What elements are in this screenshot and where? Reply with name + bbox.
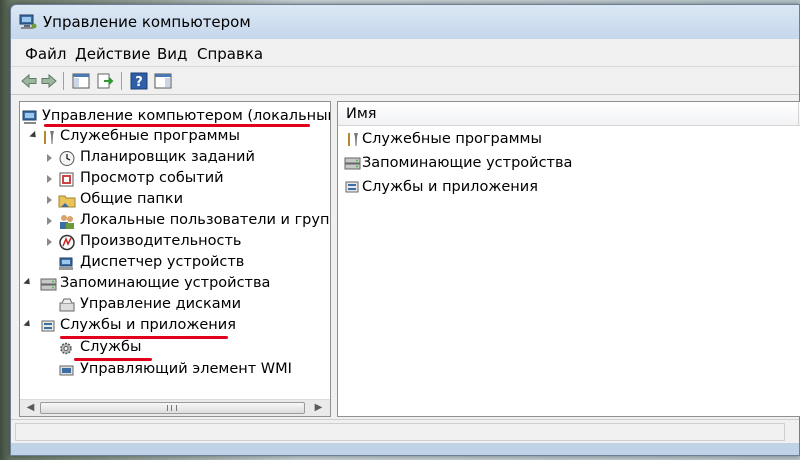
tree-label-device-manager: Диспетчер устройств (80, 254, 245, 270)
tree-label-shared-folders: Общие папки (80, 191, 183, 207)
export-list-icon[interactable] (95, 71, 115, 91)
list-item-label: Службы и приложения (362, 179, 538, 195)
shared-folder-icon (58, 195, 76, 208)
tree-label-local-users: Локальные пользователи и группы (80, 212, 331, 228)
help-icon[interactable]: ? (129, 71, 149, 91)
expander-open-icon[interactable] (23, 319, 33, 330)
scroll-thumb[interactable] (40, 402, 305, 414)
tree-label-disk-management: Управление дисками (80, 296, 242, 312)
tree-item-performance[interactable]: Производительность (20, 232, 330, 253)
event-log-icon (59, 172, 74, 187)
menu-action[interactable]: Действие (75, 45, 151, 63)
menu-view[interactable]: Вид (157, 45, 187, 63)
status-bar (11, 419, 799, 443)
tree-item-system-tools[interactable]: Служебные программы (20, 127, 330, 148)
menu-bar: Файл Действие Вид Справка (11, 39, 799, 67)
tree-item-storage[interactable]: Запоминающие устройства (20, 274, 330, 295)
results-list[interactable]: Имя Служебные программы Запоминающие уст… (337, 101, 800, 417)
computer-management-icon (19, 14, 37, 29)
title-bar[interactable]: Управление компьютером (11, 5, 799, 39)
list-item-services-apps[interactable]: Службы и приложения (344, 177, 794, 199)
column-separator[interactable] (798, 102, 799, 126)
disk-management-icon (59, 298, 75, 312)
tree-item-services-apps[interactable]: Службы и приложения (20, 316, 330, 337)
toolbar-separator (121, 72, 122, 90)
column-header-label: Имя (346, 106, 377, 122)
window-title: Управление компьютером (43, 13, 251, 31)
tools-icon (348, 133, 358, 146)
services-apps-icon (41, 320, 55, 332)
tree-horizontal-scrollbar[interactable]: ◀ ▶ (20, 399, 330, 416)
storage-icon (344, 157, 361, 170)
tree-label-wmi: Управляющий элемент WMI (80, 361, 292, 377)
tree-item-event-viewer[interactable]: Просмотр событий (20, 169, 330, 190)
users-icon (60, 215, 74, 229)
toolbar: ? (11, 67, 799, 95)
expander-closed-icon[interactable] (47, 217, 52, 225)
tree-label-event-viewer: Просмотр событий (80, 170, 224, 186)
back-arrow-icon[interactable] (19, 71, 39, 91)
tree-item-device-manager[interactable]: Диспетчер устройств (20, 253, 330, 274)
storage-icon (40, 278, 57, 291)
expander-closed-icon[interactable] (47, 238, 52, 246)
tree-label-task-scheduler: Планировщик заданий (80, 149, 255, 165)
scroll-left-icon[interactable]: ◀ (22, 400, 39, 416)
tree-item-task-scheduler[interactable]: Планировщик заданий (20, 148, 330, 169)
toolbar-separator (63, 72, 64, 90)
tree-label-performance: Производительность (80, 233, 242, 249)
scroll-grip-icon (167, 405, 177, 411)
forward-arrow-icon[interactable] (39, 71, 59, 91)
device-manager-icon (59, 257, 73, 270)
tools-icon (44, 131, 54, 144)
wmi-control-icon (59, 365, 74, 376)
column-header-name[interactable]: Имя (338, 102, 800, 126)
list-item-system-tools[interactable]: Служебные программы (344, 129, 794, 151)
expander-open-icon[interactable] (23, 277, 33, 288)
main-content: Управление компьютером (локальным) Служе… (11, 95, 800, 419)
tree-label-services-apps: Службы и приложения (60, 317, 236, 333)
expander-closed-icon[interactable] (47, 154, 52, 162)
tree-item-disk-management[interactable]: Управление дисками (20, 295, 330, 316)
scroll-right-icon[interactable]: ▶ (310, 400, 327, 416)
status-cell (15, 423, 785, 441)
expander-closed-icon[interactable] (47, 196, 52, 204)
expander-closed-icon[interactable] (47, 175, 52, 183)
show-hide-console-tree-icon[interactable] (71, 71, 91, 91)
tree-item-local-users[interactable]: Локальные пользователи и группы (20, 211, 330, 232)
tree-label-storage: Запоминающие устройства (60, 275, 271, 291)
performance-icon (59, 234, 75, 251)
clock-icon (59, 151, 75, 166)
tree-label-system-tools: Служебные программы (60, 128, 240, 144)
computer-management-icon (22, 110, 37, 124)
computer-management-window: Управление компьютером Файл Действие Вид… (10, 4, 800, 456)
list-item-label: Служебные программы (362, 131, 542, 147)
tree-label-root: Управление компьютером (локальным) (42, 108, 331, 124)
menu-file[interactable]: Файл (25, 45, 66, 63)
expander-open-icon[interactable] (29, 130, 39, 141)
console-tree[interactable]: Управление компьютером (локальным) Служе… (19, 101, 331, 417)
tree-label-services: Службы (80, 339, 142, 355)
svg-text:?: ? (135, 75, 143, 90)
tree-item-services[interactable]: Службы (20, 338, 330, 359)
list-item-storage[interactable]: Запоминающие устройства (344, 153, 794, 175)
show-hide-action-pane-icon[interactable] (153, 71, 173, 91)
tree-item-wmi[interactable]: Управляющий элемент WMI (20, 360, 330, 381)
services-apps-icon (345, 181, 359, 193)
gear-icon (60, 342, 72, 355)
menu-help[interactable]: Справка (197, 45, 263, 63)
tree-item-shared-folders[interactable]: Общие папки (20, 190, 330, 211)
list-item-label: Запоминающие устройства (362, 155, 573, 171)
